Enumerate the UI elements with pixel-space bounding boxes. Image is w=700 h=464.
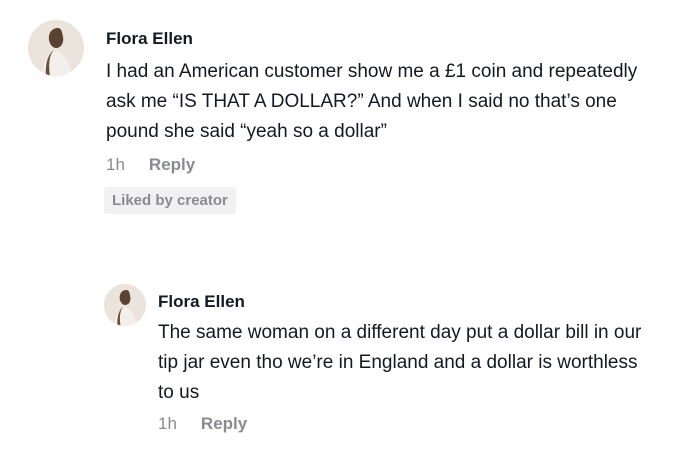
comment-body: Flora Ellen The same woman on a differen…: [158, 284, 658, 434]
comment-body: Flora Ellen I had an American customer s…: [104, 20, 666, 214]
comment-username[interactable]: Flora Ellen: [106, 29, 666, 49]
comment-timestamp: 1h: [158, 414, 177, 433]
reply-button[interactable]: Reply: [201, 414, 247, 434]
comment-username[interactable]: Flora Ellen: [158, 292, 658, 312]
comment-meta: 1h Reply: [106, 155, 666, 175]
reply-button[interactable]: Reply: [149, 155, 195, 175]
comment-text: I had an American customer show me a £1 …: [106, 61, 638, 142]
liked-by-creator-badge: Liked by creator: [104, 187, 236, 214]
avatar[interactable]: [104, 284, 146, 326]
comment-meta: 1h Reply: [158, 414, 658, 434]
comment-timestamp: 1h: [106, 155, 125, 174]
avatar[interactable]: [28, 20, 84, 76]
comment-text: The same woman on a different day put a …: [158, 322, 642, 403]
avatar-image: [28, 20, 84, 76]
comment: Flora Ellen I had an American customer s…: [28, 20, 678, 214]
reply-comment: Flora Ellen The same woman on a differen…: [104, 284, 684, 434]
avatar-image: [104, 284, 146, 326]
